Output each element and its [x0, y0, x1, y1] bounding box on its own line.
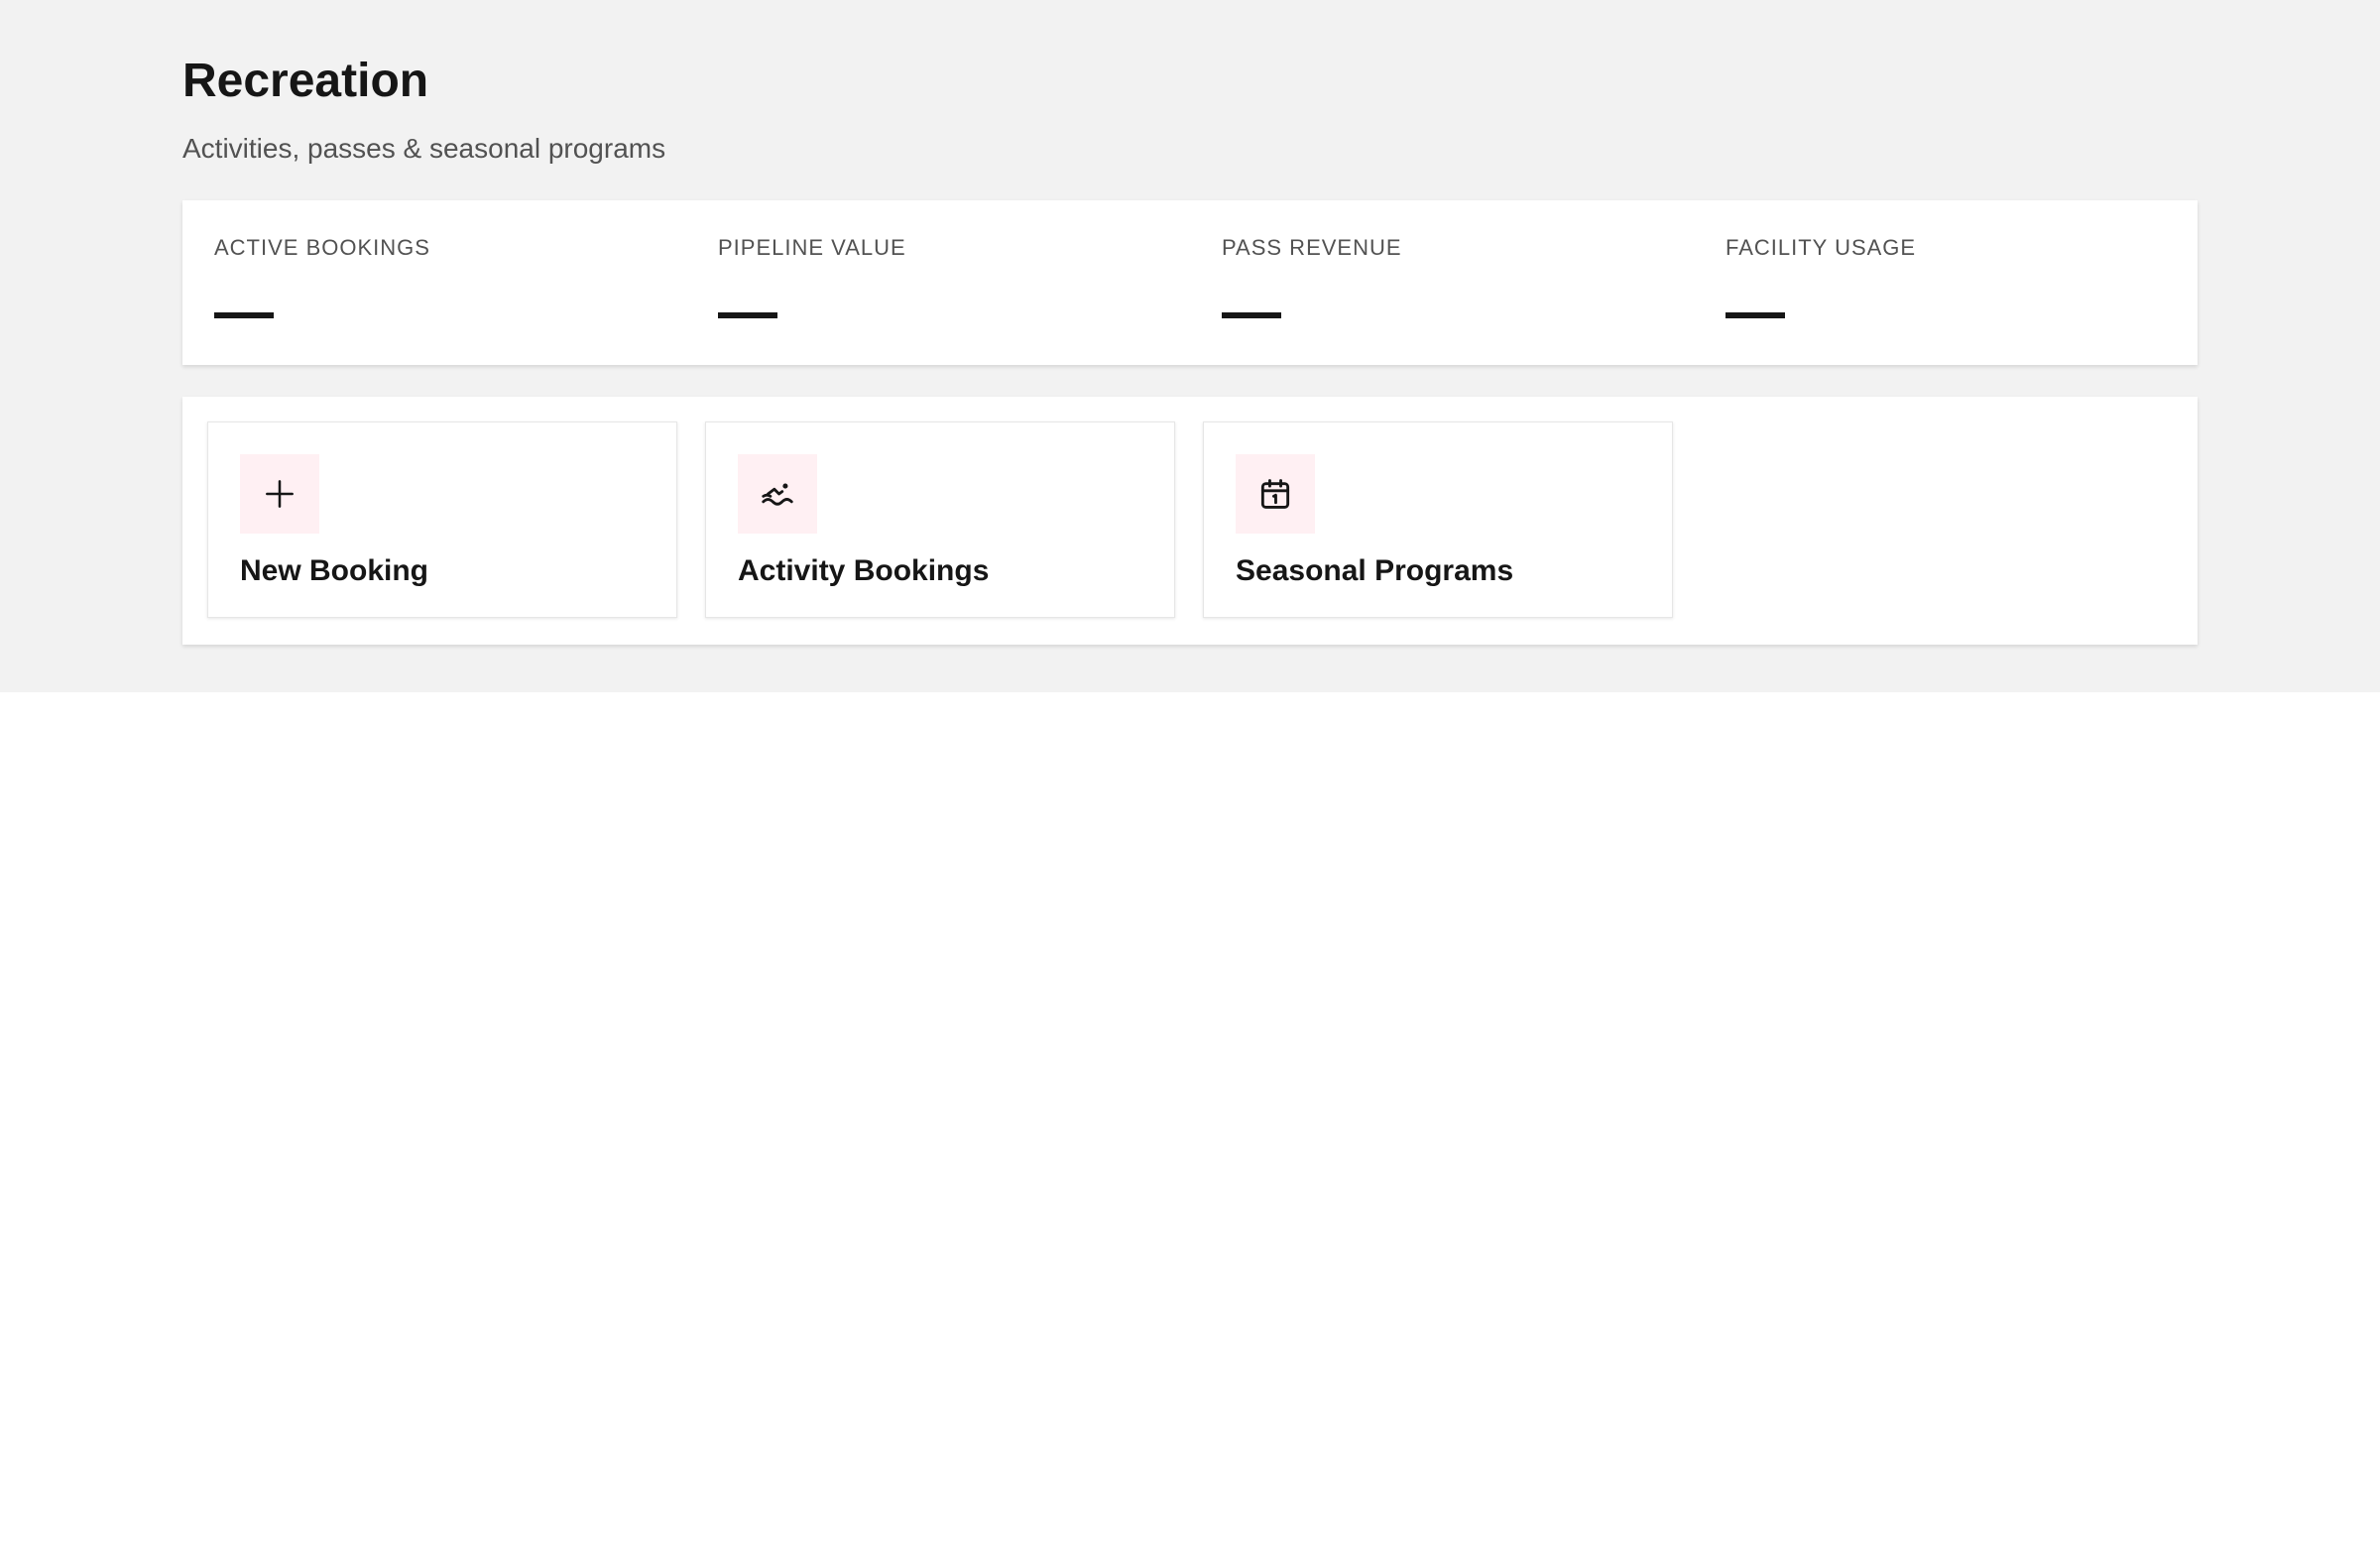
activity-bookings-tile[interactable]: Activity Bookings: [705, 421, 1175, 618]
page-title: Recreation: [182, 55, 429, 107]
new-booking-tile[interactable]: New Booking: [207, 421, 677, 618]
seasonal-programs-tile[interactable]: Seasonal Programs: [1203, 421, 1673, 618]
page-subtitle: Activities, passes & seasonal programs: [182, 133, 666, 164]
plus-icon: [240, 454, 319, 534]
kpi-value: —: [718, 278, 777, 344]
kpi-label: ACTIVE BOOKINGS: [214, 235, 430, 260]
kpi-pipeline-value: PIPELINE VALUE —: [686, 200, 1190, 365]
seasonal-programs-label: Seasonal Programs: [1236, 554, 1514, 587]
kpi-value: —: [214, 278, 274, 344]
new-booking-label: New Booking: [240, 554, 429, 587]
kpi-value: —: [1222, 278, 1281, 344]
kpi-facility-usage: FACILITY USAGE —: [1694, 200, 2198, 365]
kpi-value: —: [1726, 278, 1785, 344]
kpi-summary-panel: ACTIVE BOOKINGS — PIPELINE VALUE — PASS …: [182, 200, 2198, 365]
calendar-icon: [1236, 454, 1315, 534]
quick-actions-panel: New Booking Activity Bookings Seasonal P…: [182, 397, 2198, 645]
swimmer-icon: [738, 454, 817, 534]
kpi-active-bookings: ACTIVE BOOKINGS —: [182, 200, 686, 365]
kpi-label: PASS REVENUE: [1222, 235, 1402, 260]
kpi-label: PIPELINE VALUE: [718, 235, 906, 260]
activity-bookings-label: Activity Bookings: [738, 554, 990, 587]
kpi-pass-revenue: PASS REVENUE —: [1190, 200, 1694, 365]
kpi-label: FACILITY USAGE: [1726, 235, 1917, 260]
